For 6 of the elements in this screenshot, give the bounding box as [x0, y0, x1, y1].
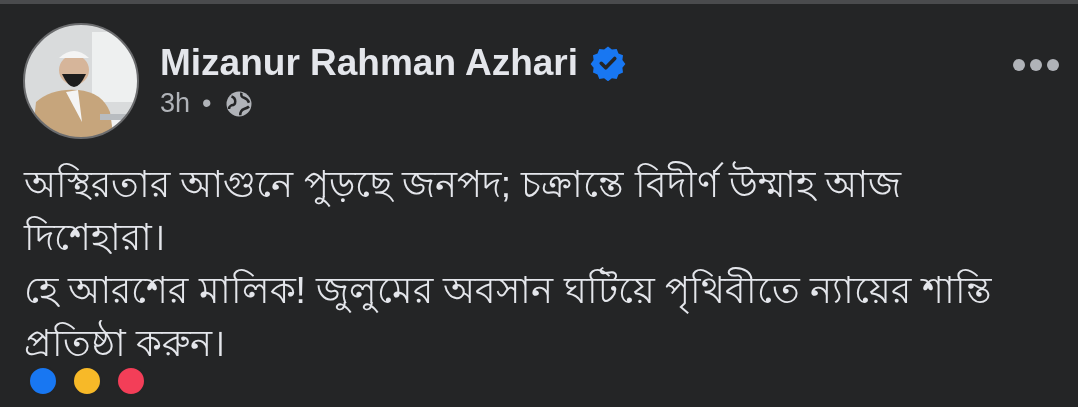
post-text: হে আরশের মালিক! জুলুমের অবসান ঘটিয়ে পৃথিবীতে ন্যায়ের শান্তি প্রতিষ্ঠা করুন। — [24, 264, 1048, 370]
post-time[interactable]: 3h — [160, 88, 191, 119]
more-options-icon[interactable] — [1012, 58, 1060, 72]
separator: • — [202, 88, 212, 119]
post-text: অস্থিরতার আগুনে পুড়ছে জনপদ; চক্রান্তে বিদীর্ণ উম্মাহ আজ দিশেহারা। — [24, 158, 1048, 264]
author-name[interactable]: Mizanur Rahman Azhari — [160, 42, 579, 84]
